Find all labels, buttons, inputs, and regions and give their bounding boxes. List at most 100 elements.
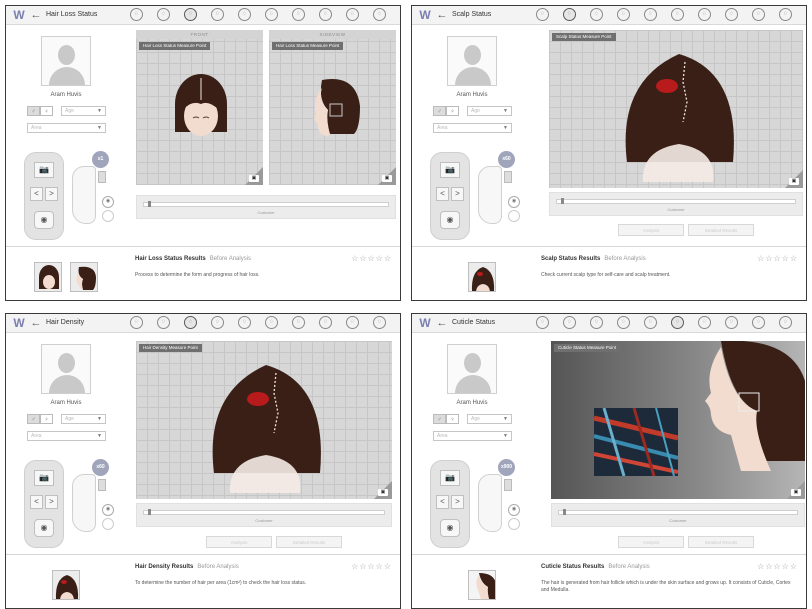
slider-thumb[interactable] (561, 198, 564, 204)
head-icon-7[interactable]: ◌ (292, 316, 305, 329)
center-button[interactable]: ◉ (34, 519, 54, 537)
analysis-button[interactable]: Analysis (618, 536, 684, 548)
head-icon-6[interactable]: ◌ (265, 8, 278, 21)
age-select[interactable]: Age ▼ (467, 414, 512, 424)
gender-toggle[interactable]: ♂ ♀ (433, 106, 459, 116)
head-icon-8[interactable]: ◌ (319, 316, 332, 329)
back-arrow-icon[interactable]: ← (436, 8, 448, 22)
area-select[interactable]: Area ▼ (433, 123, 512, 133)
capture-camera-button[interactable]: 📷 (440, 470, 460, 486)
female-icon[interactable]: ♀ (40, 106, 53, 116)
prev-button[interactable]: < (30, 187, 43, 201)
measure-slider[interactable]: Customer (551, 503, 805, 527)
prev-button[interactable]: < (436, 187, 449, 201)
hair-loss-icon[interactable]: ◌ (184, 8, 197, 21)
scalp-thumbnail[interactable] (468, 262, 496, 292)
male-icon[interactable]: ♂ (433, 414, 446, 424)
head-icon-8[interactable]: ◌ (725, 316, 738, 329)
slider-thumb[interactable] (148, 201, 151, 207)
head-icon-7[interactable]: ◌ (698, 316, 711, 329)
age-select[interactable]: Age ▼ (61, 106, 106, 116)
next-button[interactable]: > (451, 495, 464, 509)
head-icon-9[interactable]: ◌ (752, 316, 765, 329)
head-icon-10[interactable]: ◌ (779, 316, 792, 329)
age-select[interactable]: Age ▼ (61, 414, 106, 424)
density-capture-icon[interactable]: ▣ (378, 489, 388, 496)
gender-toggle[interactable]: ♂ ♀ (433, 414, 459, 424)
area-select[interactable]: Area ▼ (27, 431, 106, 441)
side-thumbnail[interactable] (70, 262, 98, 292)
slider-thumb[interactable] (148, 509, 151, 515)
head-icon-1[interactable]: ◌ (536, 8, 549, 21)
center-button[interactable]: ◉ (440, 519, 460, 537)
measure-slider[interactable]: Customer (136, 195, 396, 219)
head-icon-4[interactable]: ◌ (617, 8, 630, 21)
head-icon-2[interactable]: ◌ (563, 8, 576, 21)
female-icon[interactable]: ♀ (446, 414, 459, 424)
head-icon-10[interactable]: ◌ (373, 316, 386, 329)
gender-toggle[interactable]: ♂ ♀ (27, 414, 53, 424)
next-button[interactable]: > (45, 187, 58, 201)
head-icon-7[interactable]: ◌ (292, 8, 305, 21)
detailed-results-button[interactable]: Detailed Results (688, 536, 754, 548)
back-arrow-icon[interactable]: ← (436, 316, 448, 330)
head-icon-1[interactable]: ◌ (130, 316, 143, 329)
head-icon-4[interactable]: ◌ (211, 8, 224, 21)
scalp-icon[interactable]: ◌ (238, 8, 251, 21)
hair-loss-icon[interactable]: ◌ (590, 8, 603, 21)
head-icon-4[interactable]: ◌ (617, 316, 630, 329)
app-logo-icon[interactable]: W (416, 8, 434, 22)
center-button[interactable]: ◉ (440, 211, 460, 229)
male-icon[interactable]: ♂ (27, 414, 40, 424)
head-icon-8[interactable]: ◌ (319, 8, 332, 21)
scalp-icon[interactable]: ◌ (238, 316, 251, 329)
detailed-results-button[interactable]: Detailed Results (276, 536, 342, 548)
front-thumbnail[interactable] (34, 262, 62, 292)
head-icon-1[interactable]: ◌ (130, 8, 143, 21)
center-button[interactable]: ◉ (34, 211, 54, 229)
age-select[interactable]: Age ▼ (467, 106, 512, 116)
analysis-button[interactable]: Analysis (206, 536, 272, 548)
head-icon-2[interactable]: ◌ (157, 316, 170, 329)
back-arrow-icon[interactable]: ← (30, 316, 42, 330)
app-logo-icon[interactable]: W (10, 316, 28, 330)
area-select[interactable]: Area ▼ (27, 123, 106, 133)
head-icon-10[interactable]: ◌ (779, 8, 792, 21)
hair-loss-icon[interactable]: ◌ (590, 316, 603, 329)
next-button[interactable]: > (45, 495, 58, 509)
female-icon[interactable]: ♀ (40, 414, 53, 424)
head-icon-8[interactable]: ◌ (725, 8, 738, 21)
head-icon-7[interactable]: ◌ (698, 8, 711, 21)
head-icon-1[interactable]: ◌ (536, 316, 549, 329)
front-capture-icon[interactable]: ▣ (249, 175, 259, 182)
prev-button[interactable]: < (436, 495, 449, 509)
cuticle-thumbnail[interactable] (468, 570, 496, 600)
analysis-button[interactable]: Analysis (618, 224, 684, 236)
head-icon-10[interactable]: ◌ (373, 8, 386, 21)
head-icon-6[interactable]: ◌ (671, 8, 684, 21)
male-icon[interactable]: ♂ (27, 106, 40, 116)
head-icon-4[interactable]: ◌ (211, 316, 224, 329)
head-icon-9[interactable]: ◌ (346, 8, 359, 21)
head-icon-6[interactable]: ◌ (265, 316, 278, 329)
measure-slider[interactable]: Customer (549, 192, 803, 216)
detailed-results-button[interactable]: Detailed Results (688, 224, 754, 236)
head-icon-9[interactable]: ◌ (752, 8, 765, 21)
cuticle-icon[interactable]: ◌ (671, 316, 684, 329)
app-logo-icon[interactable]: W (416, 316, 434, 330)
scalp-icon[interactable]: ◌ (644, 316, 657, 329)
scalp-icon[interactable]: ◌ (644, 8, 657, 21)
cuticle-capture-icon[interactable]: ▣ (791, 489, 801, 496)
slider-thumb[interactable] (563, 509, 566, 515)
gender-toggle[interactable]: ♂ ♀ (27, 106, 53, 116)
next-button[interactable]: > (451, 187, 464, 201)
capture-camera-button[interactable]: 📷 (440, 162, 460, 178)
area-select[interactable]: Area ▼ (433, 431, 512, 441)
app-logo-icon[interactable]: W (10, 8, 28, 22)
male-icon[interactable]: ♂ (433, 106, 446, 116)
capture-camera-button[interactable]: 📷 (34, 162, 54, 178)
prev-button[interactable]: < (30, 495, 43, 509)
head-icon-2[interactable]: ◌ (157, 8, 170, 21)
scalp-capture-icon[interactable]: ▣ (789, 178, 799, 185)
hair-density-icon[interactable]: ◌ (184, 316, 197, 329)
